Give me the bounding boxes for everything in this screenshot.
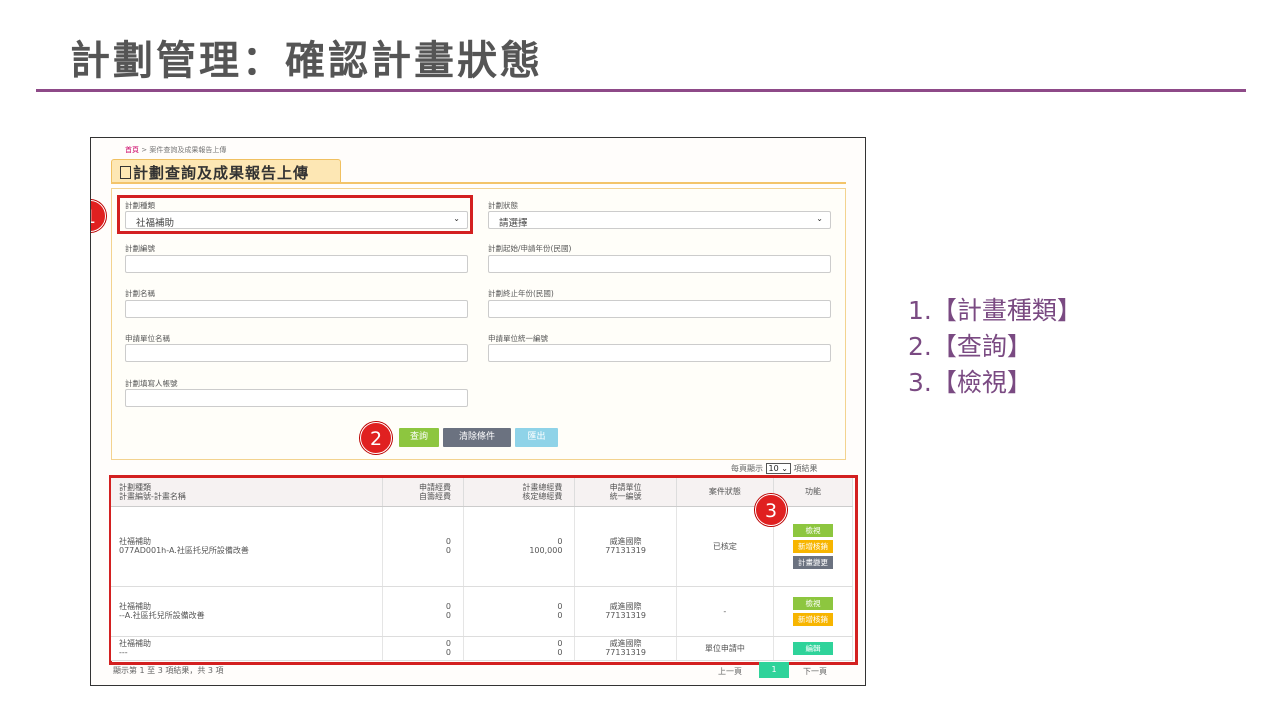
row-unit: 威進國際 77131319 — [574, 506, 677, 587]
add-reimbursement-button[interactable]: 新增核銷 — [792, 539, 833, 553]
row-total-fund: 00 — [463, 586, 576, 637]
table-header: 計劃種類 計畫編號-計畫名稱 申請經費 自籌經費 計畫總經費 核定總經費 申請單位 統一… — [111, 478, 854, 507]
row-unit: 威進國際 77131319 — [574, 586, 677, 637]
table-row: 社福補助 --A.社區托兒所設備改善 00 00 威進國際 77131319 - 檢… — [111, 586, 854, 637]
step-note-3: 3.【檢視】 — [908, 368, 1032, 397]
slide: 計劃管理：確認計畫狀態 首頁 > 案件查詢及成果報告上傳 計劃查詢及成果報告上傳… — [0, 0, 1280, 720]
callout-badge-2: 2 — [360, 422, 392, 454]
row-plan: 社福補助 --- — [111, 636, 383, 661]
row-total-fund: 0 100,000 — [463, 506, 576, 587]
col-actions: 功能 — [773, 478, 854, 507]
row-actions: 檢視 新增核銷 計畫變更 — [773, 506, 854, 587]
add-reimbursement-button[interactable]: 新增核銷 — [792, 612, 833, 626]
plan-start-input[interactable] — [488, 255, 831, 273]
pager-next[interactable]: 下一頁 — [803, 666, 827, 677]
breadcrumb: 首頁 > 案件查詢及成果報告上傳 — [125, 145, 226, 155]
row-apply-fund: 00 — [382, 506, 465, 587]
table-row: 社福補助 --- 00 00 威進國際 77131319 單位申請中 編輯 — [111, 636, 854, 661]
unit-name-label: 申請單位名稱 — [125, 334, 170, 343]
chevron-down-icon: ⌄ — [816, 214, 823, 223]
row-status: 單位申請中 — [676, 636, 774, 661]
col-unit: 申請單位 統一編號 — [574, 478, 677, 507]
table-row: 社福補助 077AD001h-A.社區托兒所設備改善 00 0 100,000 威進… — [111, 506, 854, 587]
page-size-prefix: 每頁顯示 — [731, 464, 763, 473]
plan-name-input[interactable] — [125, 300, 468, 318]
row-apply-fund: 00 — [382, 636, 465, 661]
page-size-select[interactable]: 10 ⌄ — [765, 463, 791, 474]
filler-account-label: 計劃填寫人帳號 — [125, 379, 178, 388]
unit-name-input[interactable] — [125, 344, 468, 362]
pager-current[interactable]: 1 — [759, 662, 789, 678]
highlight-plan-type — [117, 195, 473, 234]
export-button[interactable]: 匯出 — [515, 428, 558, 447]
plan-status-label: 計劃狀態 — [488, 201, 518, 210]
slide-title: 計劃管理：確認計畫狀態 — [70, 38, 543, 84]
callout-badge-3: 3 — [755, 494, 787, 526]
tab-underline — [111, 182, 846, 184]
title-divider — [36, 89, 1246, 92]
plan-name-label: 計劃名稱 — [125, 289, 155, 298]
row-plan: 社福補助 077AD001h-A.社區托兒所設備改善 — [111, 506, 383, 587]
breadcrumb-home[interactable]: 首頁 — [125, 146, 139, 154]
row-total-fund: 00 — [463, 636, 576, 661]
results-table: 計劃種類 計畫編號-計畫名稱 申請經費 自籌經費 計畫總經費 核定總經費 申請單位 統一… — [111, 478, 854, 661]
filler-account-input[interactable] — [125, 389, 468, 407]
pager-summary: 顯示第 1 至 3 項結果，共 3 項 — [113, 666, 224, 675]
plan-end-label: 計劃終止年份(民國) — [488, 289, 554, 298]
clear-conditions-button[interactable]: 清除條件 — [443, 428, 511, 447]
unit-id-label: 申請單位統一編號 — [488, 334, 548, 343]
step-notes: 1.【計畫種類】 2.【查詢】 3.【檢視】 — [908, 293, 1082, 401]
view-button[interactable]: 檢視 — [792, 523, 833, 537]
row-plan: 社福補助 --A.社區托兒所設備改善 — [111, 586, 383, 637]
row-apply-fund: 00 — [382, 586, 465, 637]
document-icon — [120, 166, 131, 179]
plan-change-button[interactable]: 計畫變更 — [792, 555, 833, 569]
pager-prev[interactable]: 上一頁 — [718, 666, 742, 677]
plan-status-select[interactable]: 請選擇 ⌄ — [488, 211, 831, 229]
view-button[interactable]: 檢視 — [792, 596, 833, 610]
row-actions: 檢視 新增核銷 — [773, 586, 854, 637]
plan-status-value: 請選擇 — [499, 218, 528, 229]
col-total-fund: 計畫總經費 核定總經費 — [463, 478, 576, 507]
callout-badge-1: 1 — [91, 200, 106, 232]
plan-no-label: 計劃編號 — [125, 244, 155, 253]
page-size-control: 每頁顯示 10 ⌄ 項結果 — [731, 463, 818, 474]
page-title-tab: 計劃查詢及成果報告上傳 — [111, 159, 341, 183]
search-button[interactable]: 查詢 — [399, 428, 439, 447]
col-plan: 計劃種類 計畫編號-計畫名稱 — [111, 478, 383, 507]
unit-id-input[interactable] — [488, 344, 831, 362]
plan-no-input[interactable] — [125, 255, 468, 273]
row-status: - — [676, 586, 774, 637]
page-size-value: 10 — [768, 464, 779, 473]
plan-end-input[interactable] — [488, 300, 831, 318]
plan-start-label: 計劃起始/申請年份(民國) — [488, 244, 572, 253]
row-actions: 編輯 — [773, 636, 854, 661]
breadcrumb-current: > 案件查詢及成果報告上傳 — [141, 146, 227, 154]
page-title: 計劃查詢及成果報告上傳 — [133, 164, 310, 182]
step-note-2: 2.【查詢】 — [908, 332, 1032, 361]
app-screenshot: 首頁 > 案件查詢及成果報告上傳 計劃查詢及成果報告上傳 計劃種類 社福補助 ⌄… — [90, 137, 866, 686]
step-note-1: 1.【計畫種類】 — [908, 296, 1082, 325]
col-apply-fund: 申請經費 自籌經費 — [382, 478, 465, 507]
edit-button[interactable]: 編輯 — [792, 641, 833, 655]
row-unit: 威進國際 77131319 — [574, 636, 677, 661]
page-size-suffix: 項結果 — [793, 464, 818, 473]
